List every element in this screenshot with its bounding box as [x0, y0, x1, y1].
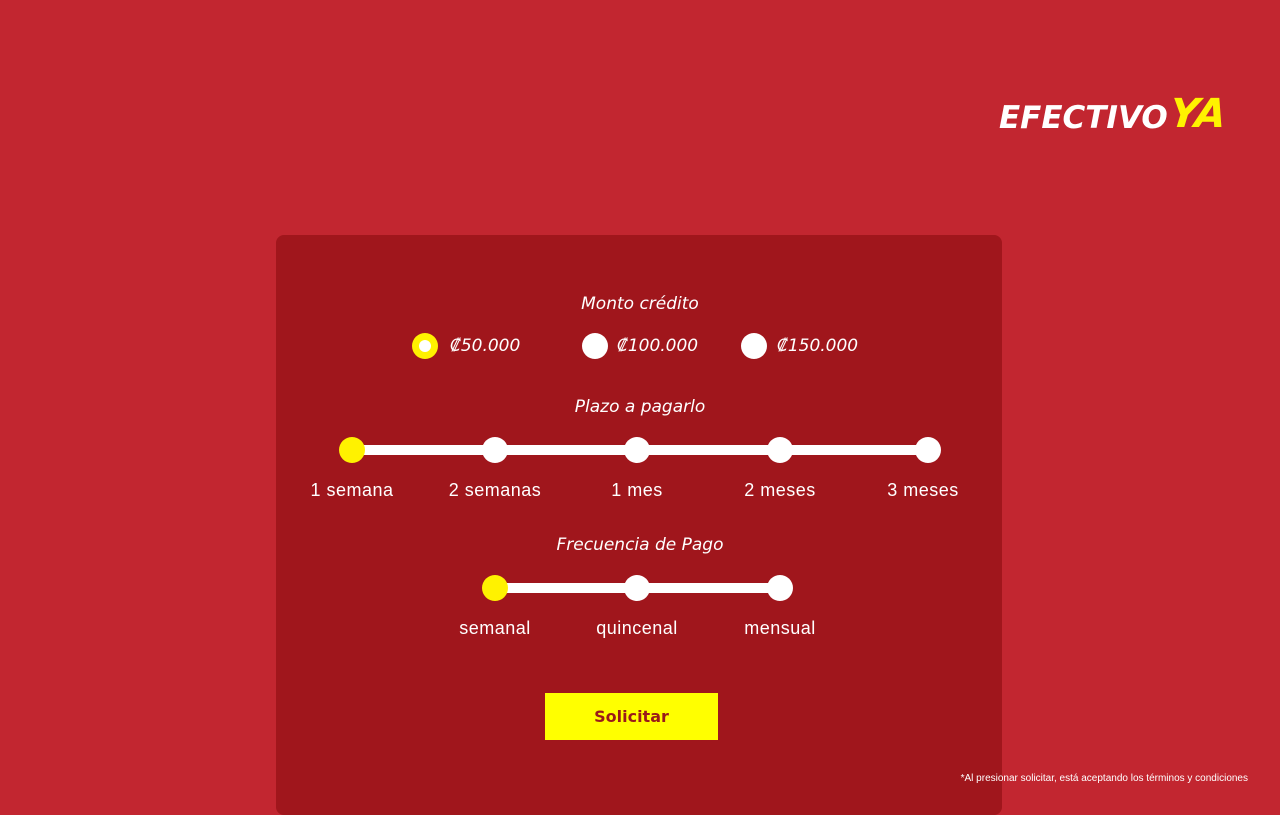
monto-radio-1[interactable]: [412, 333, 438, 359]
frecuencia-step-label: quincenal: [596, 618, 678, 638]
frecuencia-title: Frecuencia de Pago: [556, 535, 724, 555]
plazo-step-dot[interactable]: [767, 437, 793, 463]
plazo-step-dot[interactable]: [915, 437, 941, 463]
plazo-step-dot[interactable]: [339, 437, 365, 463]
monto-label-2: ₡100.000: [617, 336, 699, 356]
plazo-step-label: 2 semanas: [448, 480, 542, 500]
frecuencia-step-label: semanal: [459, 618, 531, 638]
brand-name-main: EFECTIVO: [999, 100, 1168, 136]
frecuencia-step-label: mensual: [744, 618, 816, 638]
plazo-step-label: 1 semana: [310, 480, 394, 500]
monto-radio-2[interactable]: [582, 333, 608, 359]
monto-title: Monto crédito: [581, 294, 699, 314]
frecuencia-step-dot[interactable]: [767, 575, 793, 601]
plazo-step-dot[interactable]: [624, 437, 650, 463]
monto-label-3: ₡150.000: [777, 336, 859, 356]
terms-disclaimer: *Al presionar solicitar, está aceptando …: [960, 773, 1248, 784]
plazo-step-label: 1 mes: [611, 480, 663, 500]
plazo-step-dot[interactable]: [482, 437, 508, 463]
frecuencia-step-dot[interactable]: [482, 575, 508, 601]
monto-label-1: ₡50.000: [450, 336, 521, 356]
solicitar-button[interactable]: Solicitar: [545, 693, 718, 740]
brand-name-accent: YA: [1167, 91, 1229, 137]
brand-logo: EFECTIVO YA: [999, 88, 1229, 137]
frecuencia-step-dot[interactable]: [624, 575, 650, 601]
monto-radio-3[interactable]: [741, 333, 767, 359]
plazo-title: Plazo a pagarlo: [574, 397, 706, 417]
plazo-step-label: 2 meses: [744, 480, 816, 500]
plazo-step-label: 3 meses: [887, 480, 959, 500]
